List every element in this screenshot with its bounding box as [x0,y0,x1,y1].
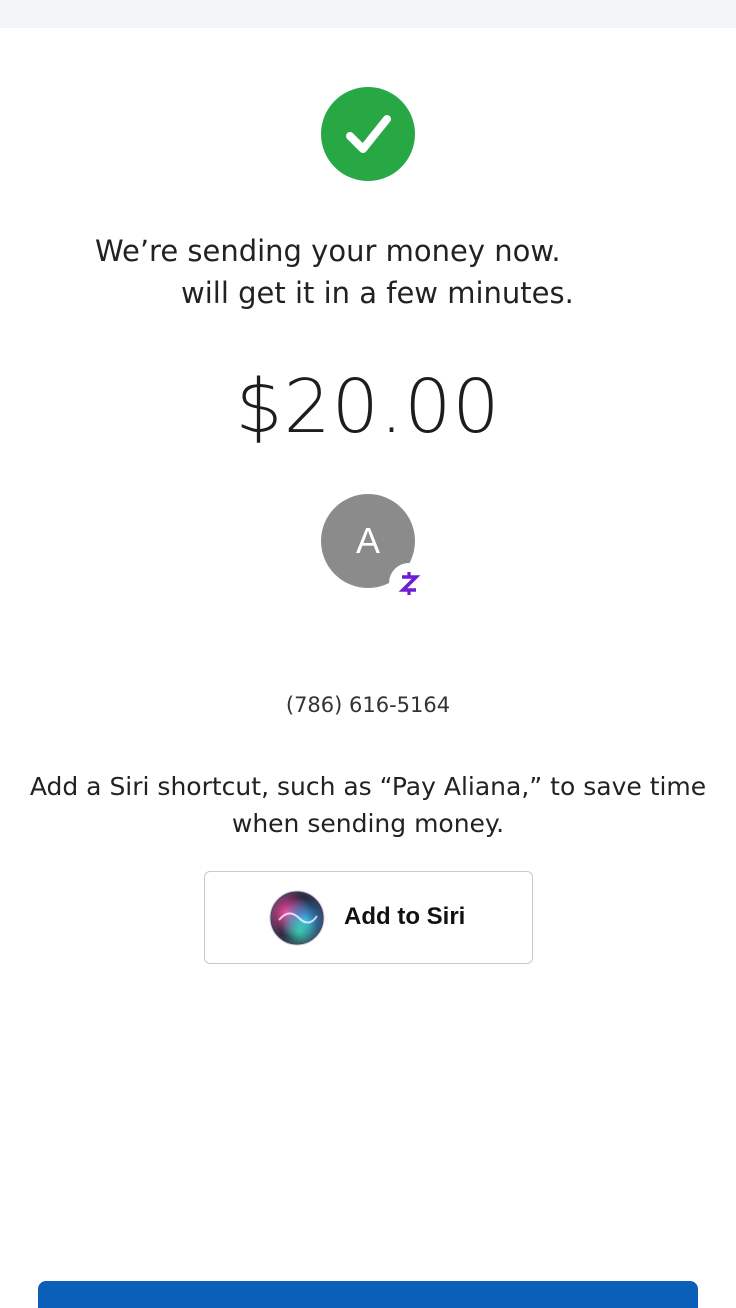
confirmation-message-line-2: will get it in a few minutes. [181,276,574,310]
add-to-siri-button[interactable]: Add to Siri [204,871,533,964]
payment-amount: $20.00 [235,364,501,450]
primary-action-button[interactable] [38,1281,698,1308]
siri-shortcut-description: Add a Siri shortcut, such as “Pay Aliana… [29,772,707,838]
recipient-initial: A [355,520,380,561]
zelle-icon [389,563,429,603]
payment-confirmation-screen: We’re sending your money now. will get i… [0,0,736,1308]
confirmation-message-line-1: We’re sending your money now. [95,234,561,268]
success-check-icon [321,87,415,181]
add-to-siri-label: Add to Siri [344,903,466,930]
siri-icon [269,890,325,946]
status-bar [0,0,736,28]
recipient-phone: (786) 616-5164 [285,693,451,717]
